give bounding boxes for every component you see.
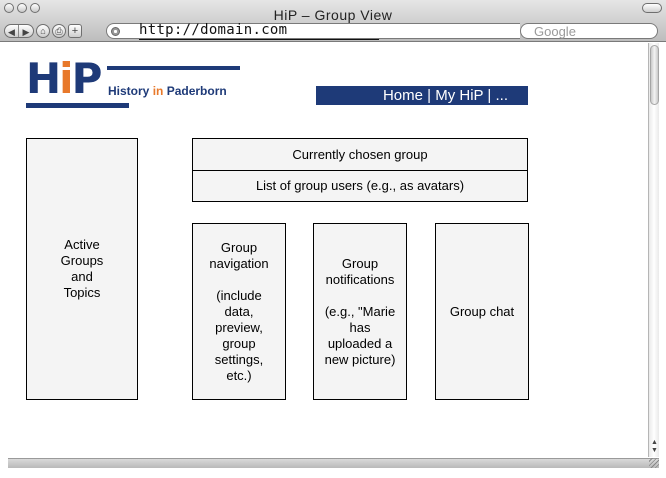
site-icon [111, 27, 120, 36]
add-bookmark-button[interactable]: + [68, 24, 82, 38]
group-navigation-label: Group navigation (include data, preview,… [209, 239, 269, 383]
address-bar[interactable]: http://domain.com [106, 22, 520, 40]
scroll-down-icon[interactable]: ▼ [649, 447, 660, 455]
toolbar-toggle-button[interactable] [642, 3, 662, 13]
group-chat-panel[interactable]: Group chat [435, 223, 529, 400]
history-buttons: ◀ ▶ [4, 24, 34, 38]
back-button[interactable]: ◀ [5, 25, 19, 37]
browser-window: HiP – Group View ◀ ▶ ⌂ ⎙ + http://domain… [0, 0, 666, 478]
active-groups-label: Active Groups and Topics [60, 237, 104, 300]
logo-bar-bottom [26, 103, 129, 108]
forward-button[interactable]: ▶ [19, 25, 33, 37]
logo-bar-top [107, 66, 240, 70]
back-icon: ◀ [8, 26, 15, 37]
url-underline [139, 39, 379, 40]
vertical-scrollbar[interactable]: ▲ ▼ [648, 43, 659, 457]
group-chat-label: Group chat [449, 303, 515, 319]
scroll-up-icon[interactable]: ▲ [649, 439, 660, 447]
title-bar: HiP – Group View ◀ ▶ ⌂ ⎙ + http://domain… [0, 0, 666, 42]
group-users-label: List of group users (e.g., as avatars) [255, 178, 465, 193]
group-navigation-panel[interactable]: Group navigation (include data, preview,… [192, 223, 286, 400]
active-groups-panel[interactable]: Active Groups and Topics [26, 138, 138, 400]
current-group-panel[interactable]: Currently chosen group [192, 138, 528, 171]
logo-wordmark: HiP [26, 54, 102, 103]
hip-logo[interactable]: HiP History in Paderborn [26, 54, 240, 108]
window-title: HiP – Group View [273, 7, 393, 23]
group-notifications-label: Group notifications (e.g., "Marie has up… [324, 255, 396, 367]
current-group-label: Currently chosen group [292, 146, 428, 162]
print-icon: ⎙ [55, 25, 63, 36]
browser-toolbar: ◀ ▶ ⌂ ⎙ + [4, 23, 82, 39]
group-users-panel[interactable]: List of group users (e.g., as avatars) [192, 170, 528, 202]
nav-links[interactable]: Home | My HiP | ... [383, 87, 508, 104]
search-placeholder: Google [534, 24, 576, 39]
search-input[interactable]: Google [520, 23, 658, 39]
scroll-thumb[interactable] [650, 45, 659, 105]
print-button[interactable]: ⎙ [52, 24, 66, 38]
home-icon: ⌂ [40, 25, 46, 36]
main-navigation[interactable]: Home | My HiP | ... [316, 86, 528, 105]
scroll-arrows[interactable]: ▲ ▼ [649, 439, 660, 455]
url-text: http://domain.com [139, 22, 288, 38]
forward-icon: ▶ [22, 26, 30, 37]
status-bar [8, 458, 659, 468]
plus-icon: + [71, 24, 79, 37]
group-notifications-panel[interactable]: Group notifications (e.g., "Marie has up… [313, 223, 407, 400]
logo-subtitle: History in Paderborn [108, 84, 227, 98]
home-button[interactable]: ⌂ [36, 24, 50, 38]
resize-grip-icon[interactable] [649, 458, 659, 468]
